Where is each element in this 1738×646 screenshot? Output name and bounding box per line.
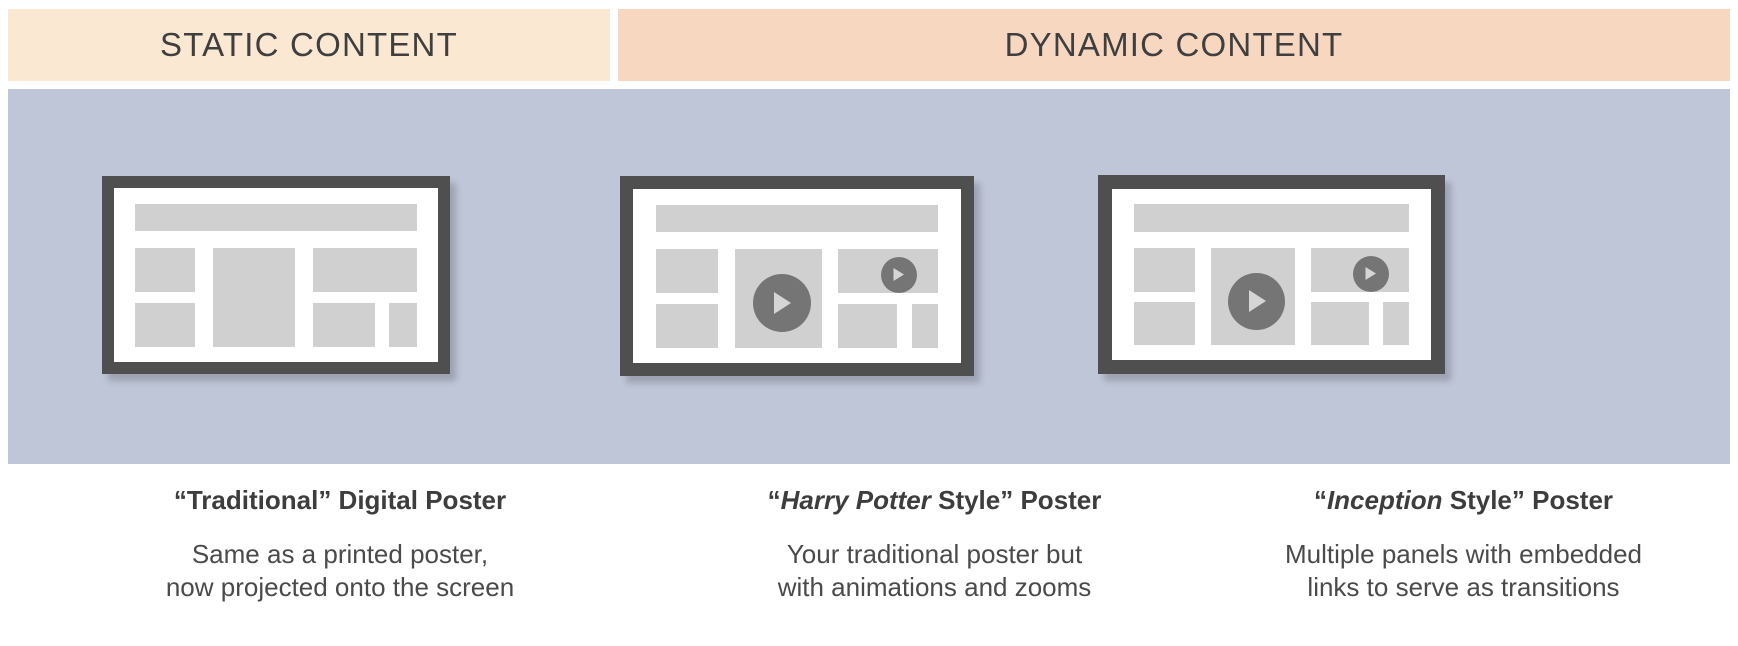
poster-panel — [135, 302, 195, 348]
monitor-screen-harry-potter — [633, 189, 961, 363]
caption-body-line2: now projected onto the screen — [165, 571, 515, 602]
captions-row: “Traditional” Digital Poster Same as a p… — [0, 464, 1738, 646]
monitor-screen-inception — [1112, 189, 1431, 360]
caption-body-line2: with animations and zooms — [777, 571, 1092, 602]
poster-panel — [313, 302, 375, 348]
caption-title-inception: “Inception Style” Poster — [1197, 464, 1730, 515]
poster-title-bar — [655, 204, 939, 233]
poster-title-bar — [1134, 204, 1409, 232]
poster-title-bar — [135, 203, 417, 232]
poster-panel — [389, 302, 417, 348]
caption-title-quote-open: “ — [1313, 485, 1327, 515]
poster-panel — [1134, 301, 1195, 346]
caption-title-harry-potter: “Harry Potter Style” Poster — [672, 464, 1197, 515]
header-band: STATIC CONTENT DYNAMIC CONTENT — [0, 0, 1738, 81]
header-label-dynamic: DYNAMIC CONTENT — [1004, 26, 1344, 63]
poster-panel — [911, 303, 939, 349]
header-label-static: STATIC CONTENT — [160, 26, 458, 63]
header-section-dynamic: DYNAMIC CONTENT — [618, 9, 1730, 81]
caption-body-harry-potter: Your traditional poster but with animati… — [672, 515, 1197, 605]
caption-body-line2: links to serve as transitions — [1307, 571, 1620, 602]
illustration-stage — [8, 89, 1730, 464]
poster-panel — [655, 303, 719, 349]
play-icon — [752, 274, 811, 333]
header-divider — [610, 0, 618, 81]
caption-title-emphasis: Harry Potter — [780, 485, 931, 515]
poster-panel — [212, 248, 296, 348]
caption-title-emphasis: Inception — [1326, 485, 1443, 515]
poster-panel — [1311, 301, 1369, 346]
poster-panel — [1383, 301, 1409, 346]
caption-traditional: “Traditional” Digital Poster Same as a p… — [8, 464, 672, 604]
monitor-traditional — [102, 176, 450, 374]
play-icon — [880, 256, 917, 293]
caption-title-traditional: “Traditional” Digital Poster — [8, 464, 672, 515]
poster-panel — [838, 303, 898, 349]
caption-title-tail: Style” Poster — [1442, 485, 1614, 515]
illustration-inception — [1098, 89, 1730, 464]
header-section-static: STATIC CONTENT — [8, 9, 610, 81]
poster-panel — [135, 248, 195, 293]
caption-body-inception: Multiple panels with embedded links to s… — [1197, 515, 1730, 605]
play-icon — [1352, 255, 1389, 292]
caption-title-quote-open: “ — [767, 485, 781, 515]
monitor-harry-potter — [620, 176, 974, 376]
monitor-screen-traditional — [114, 188, 438, 362]
caption-harry-potter: “Harry Potter Style” Poster Your traditi… — [672, 464, 1197, 604]
poster-panel — [655, 249, 719, 294]
illustration-traditional — [8, 89, 680, 464]
caption-body-traditional: Same as a printed poster, now projected … — [8, 515, 672, 605]
caption-body-line1: Multiple panels with embedded — [1285, 538, 1642, 569]
poster-panel — [313, 248, 417, 293]
poster-panel — [1134, 247, 1195, 292]
caption-inception: “Inception Style” Poster Multiple panels… — [1197, 464, 1730, 604]
caption-body-line1: Your traditional poster but — [786, 538, 1083, 569]
caption-title-text: “Traditional” Digital Poster — [173, 485, 507, 515]
play-icon — [1228, 272, 1286, 330]
caption-body-line1: Same as a printed poster, — [191, 538, 489, 569]
caption-title-tail: Style” Poster — [930, 485, 1102, 515]
monitor-inception — [1098, 175, 1445, 374]
